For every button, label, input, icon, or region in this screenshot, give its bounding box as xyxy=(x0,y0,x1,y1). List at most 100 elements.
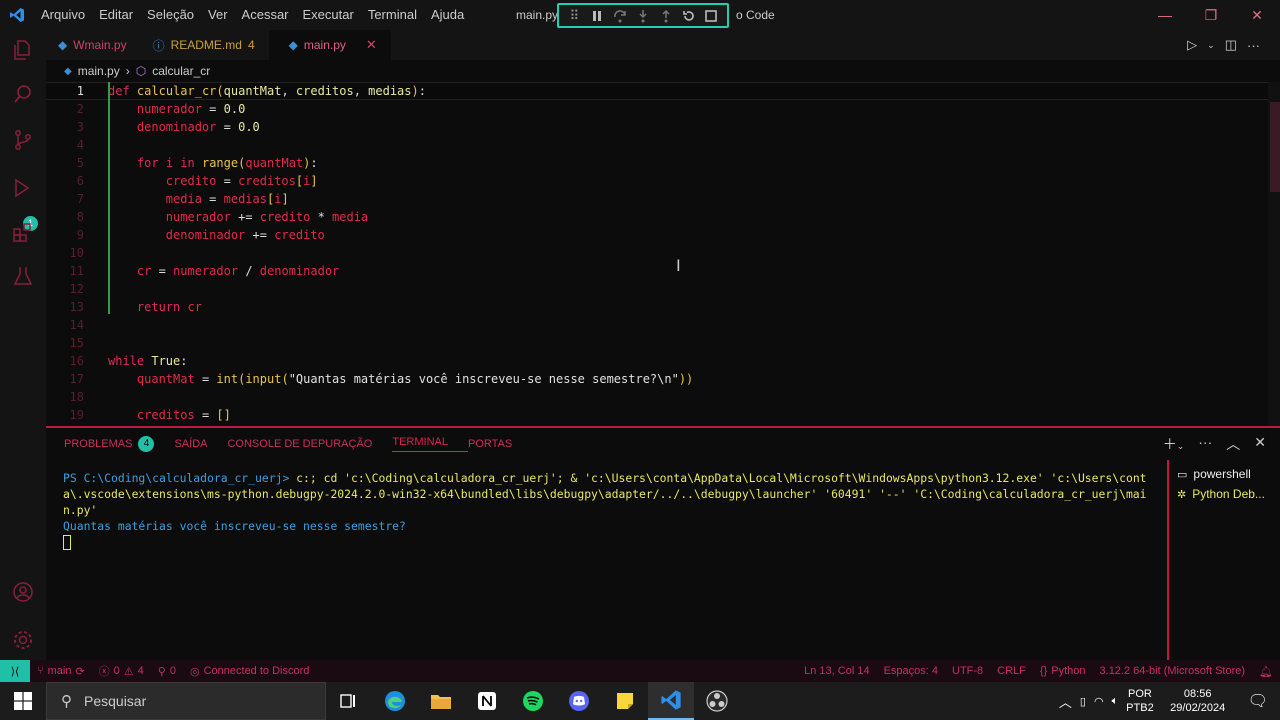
end-of-line[interactable]: CRLF xyxy=(990,665,1033,677)
encoding[interactable]: UTF-8 xyxy=(945,665,990,677)
problems-badge: 4 xyxy=(138,436,155,452)
notification-center-icon[interactable]: 🗨︎ xyxy=(1242,691,1280,711)
terminal-prompt: PS C:\Coding\calculadora_cr_uerj> xyxy=(63,471,297,485)
step-over-button[interactable] xyxy=(611,7,629,25)
python-file-icon: ◆ xyxy=(288,38,298,52)
vscode-taskbar-icon[interactable] xyxy=(648,682,694,720)
testing-icon[interactable] xyxy=(9,262,37,290)
branch-indicator[interactable]: ⑂ main ⟳ xyxy=(30,665,92,678)
terminal-item-python-debug[interactable]: ✲ Python Deb... xyxy=(1177,484,1265,504)
python-interpreter[interactable]: 3.12.2 64-bit (Microsoft Store) xyxy=(1093,665,1253,677)
breadcrumb-file[interactable]: main.py xyxy=(78,64,120,78)
split-editor-button[interactable]: ◫ xyxy=(1225,37,1237,53)
close-window-button[interactable]: ✕ xyxy=(1234,0,1280,30)
maximize-button[interactable]: ❐ xyxy=(1188,0,1234,30)
chevron-up-icon[interactable]: ︿ xyxy=(1059,692,1072,711)
step-out-button[interactable] xyxy=(657,7,675,25)
discord-status[interactable]: ◎ Connected to Discord xyxy=(183,665,316,678)
more-actions-button[interactable]: ··· xyxy=(1198,434,1212,454)
close-icon[interactable]: ✕ xyxy=(366,37,377,53)
sticky-notes-icon[interactable] xyxy=(602,682,648,720)
account-icon[interactable] xyxy=(9,578,37,606)
window-title-suffix: o Code xyxy=(736,8,775,22)
cursor-position[interactable]: Ln 13, Col 14 xyxy=(797,665,876,677)
terminal-item-label: powershell xyxy=(1193,467,1251,481)
menu-terminal[interactable]: Terminal xyxy=(361,0,424,30)
menu-executar[interactable]: Executar xyxy=(296,0,361,30)
new-terminal-button[interactable]: ＋⌄ xyxy=(1163,434,1185,454)
extensions-icon[interactable] xyxy=(9,218,37,246)
run-file-button[interactable]: ▷ xyxy=(1187,37,1197,53)
indentation[interactable]: Espaços: 4 xyxy=(877,665,945,677)
terminal-cursor xyxy=(63,535,71,550)
language-mode[interactable]: {} Python xyxy=(1033,665,1093,677)
problems-indicator[interactable]: ⓧ 0 ⚠ 4 xyxy=(92,663,151,679)
code-line: 9 denominador += credito xyxy=(46,226,1268,244)
search-icon: ⚲ xyxy=(61,693,72,710)
minimize-button[interactable]: — xyxy=(1142,0,1188,30)
tab-output[interactable]: SAÍDA xyxy=(174,436,227,452)
search-icon[interactable] xyxy=(9,80,37,108)
obs-icon[interactable] xyxy=(694,682,740,720)
chevron-down-icon[interactable]: ⌄ xyxy=(1207,40,1215,51)
more-actions-button[interactable]: ··· xyxy=(1247,38,1260,53)
code-text: numerador += credito * media xyxy=(165,210,369,224)
battery-icon[interactable]: ▯ xyxy=(1080,695,1086,708)
stop-button[interactable] xyxy=(702,7,720,25)
menu-arquivo[interactable]: Arquivo xyxy=(34,0,92,30)
tab-main[interactable]: ◆ main.py ✕ xyxy=(268,30,391,60)
drag-handle-icon[interactable]: ⠿ xyxy=(565,7,583,25)
terminal-output[interactable]: PS C:\Coding\calculadora_cr_uerj> c:; cd… xyxy=(63,470,1153,550)
notifications-bell-icon[interactable]: 🔔︎ xyxy=(1252,665,1280,678)
tab-debug-console[interactable]: CONSOLE DE DEPURAÇÃO xyxy=(227,436,392,452)
spotify-icon[interactable] xyxy=(510,682,556,720)
menu-ver[interactable]: Ver xyxy=(201,0,235,30)
step-into-button[interactable] xyxy=(634,7,652,25)
source-control-icon[interactable] xyxy=(9,126,37,154)
taskbar-search[interactable]: ⚲ Pesquisar xyxy=(46,682,326,720)
terminal-divider[interactable] xyxy=(1167,460,1169,660)
menu-acessar[interactable]: Acessar xyxy=(235,0,296,30)
clock[interactable]: 08:56 29/02/2024 xyxy=(1162,687,1234,715)
editor-scrollbar[interactable] xyxy=(1268,82,1280,426)
error-icon: ⓧ xyxy=(98,666,110,678)
remote-indicator[interactable]: ⟩⟨ xyxy=(0,660,30,682)
python-file-icon: ◆ xyxy=(64,65,72,77)
activity-bar: 1 xyxy=(0,30,46,660)
clock-time: 08:56 xyxy=(1183,688,1212,700)
file-explorer-icon[interactable] xyxy=(418,682,464,720)
restart-button[interactable] xyxy=(680,7,698,25)
windows-start-button[interactable] xyxy=(0,682,46,720)
settings-gear-icon[interactable] xyxy=(9,626,37,654)
tab-terminal[interactable]: TERMINAL xyxy=(392,436,468,452)
breadcrumb-symbol[interactable]: calcular_cr xyxy=(152,64,210,78)
line-number: 14 xyxy=(69,318,84,332)
discord-icon[interactable] xyxy=(556,682,602,720)
terminal-item-powershell[interactable]: ▭ powershell xyxy=(1177,464,1265,484)
explorer-icon[interactable] xyxy=(9,36,37,64)
ports-indicator[interactable]: ⚲ 0 xyxy=(151,665,183,678)
debug-toolbar: ⠿ xyxy=(557,3,729,28)
maximize-panel-button[interactable]: ︿ xyxy=(1226,434,1240,454)
line-number: 15 xyxy=(69,336,84,350)
close-panel-button[interactable]: ✕ xyxy=(1254,434,1266,454)
language-indicator[interactable]: POR PTB2 xyxy=(1126,687,1154,715)
wifi-icon[interactable]: ◠ xyxy=(1094,695,1104,708)
tab-readme[interactable]: ⓘ README.md 4 xyxy=(141,30,269,60)
title-bar: Arquivo Editar Seleção Ver Acessar Execu… xyxy=(0,0,1280,30)
task-view-icon[interactable] xyxy=(326,682,372,720)
code-editor[interactable]: 1 def calcular_cr(quantMat, creditos, med… xyxy=(46,82,1280,426)
tab-ports[interactable]: PORTAS xyxy=(468,436,532,452)
tab-wmain[interactable]: ◆ Wmain.py xyxy=(46,30,141,60)
pause-button[interactable] xyxy=(588,7,606,25)
menu-selecao[interactable]: Seleção xyxy=(140,0,201,30)
run-debug-icon[interactable] xyxy=(9,174,37,202)
tab-label: README.md xyxy=(170,38,242,52)
menu-ajuda[interactable]: Ajuda xyxy=(424,0,471,30)
code-text: for i in range(quantMat): xyxy=(136,156,318,170)
volume-icon[interactable]: 🔈︎ xyxy=(1112,695,1119,708)
edge-icon[interactable] xyxy=(372,682,418,720)
menu-editar[interactable]: Editar xyxy=(92,0,140,30)
tab-problems[interactable]: PROBLEMAS 4 xyxy=(64,436,174,452)
notion-icon[interactable] xyxy=(464,682,510,720)
